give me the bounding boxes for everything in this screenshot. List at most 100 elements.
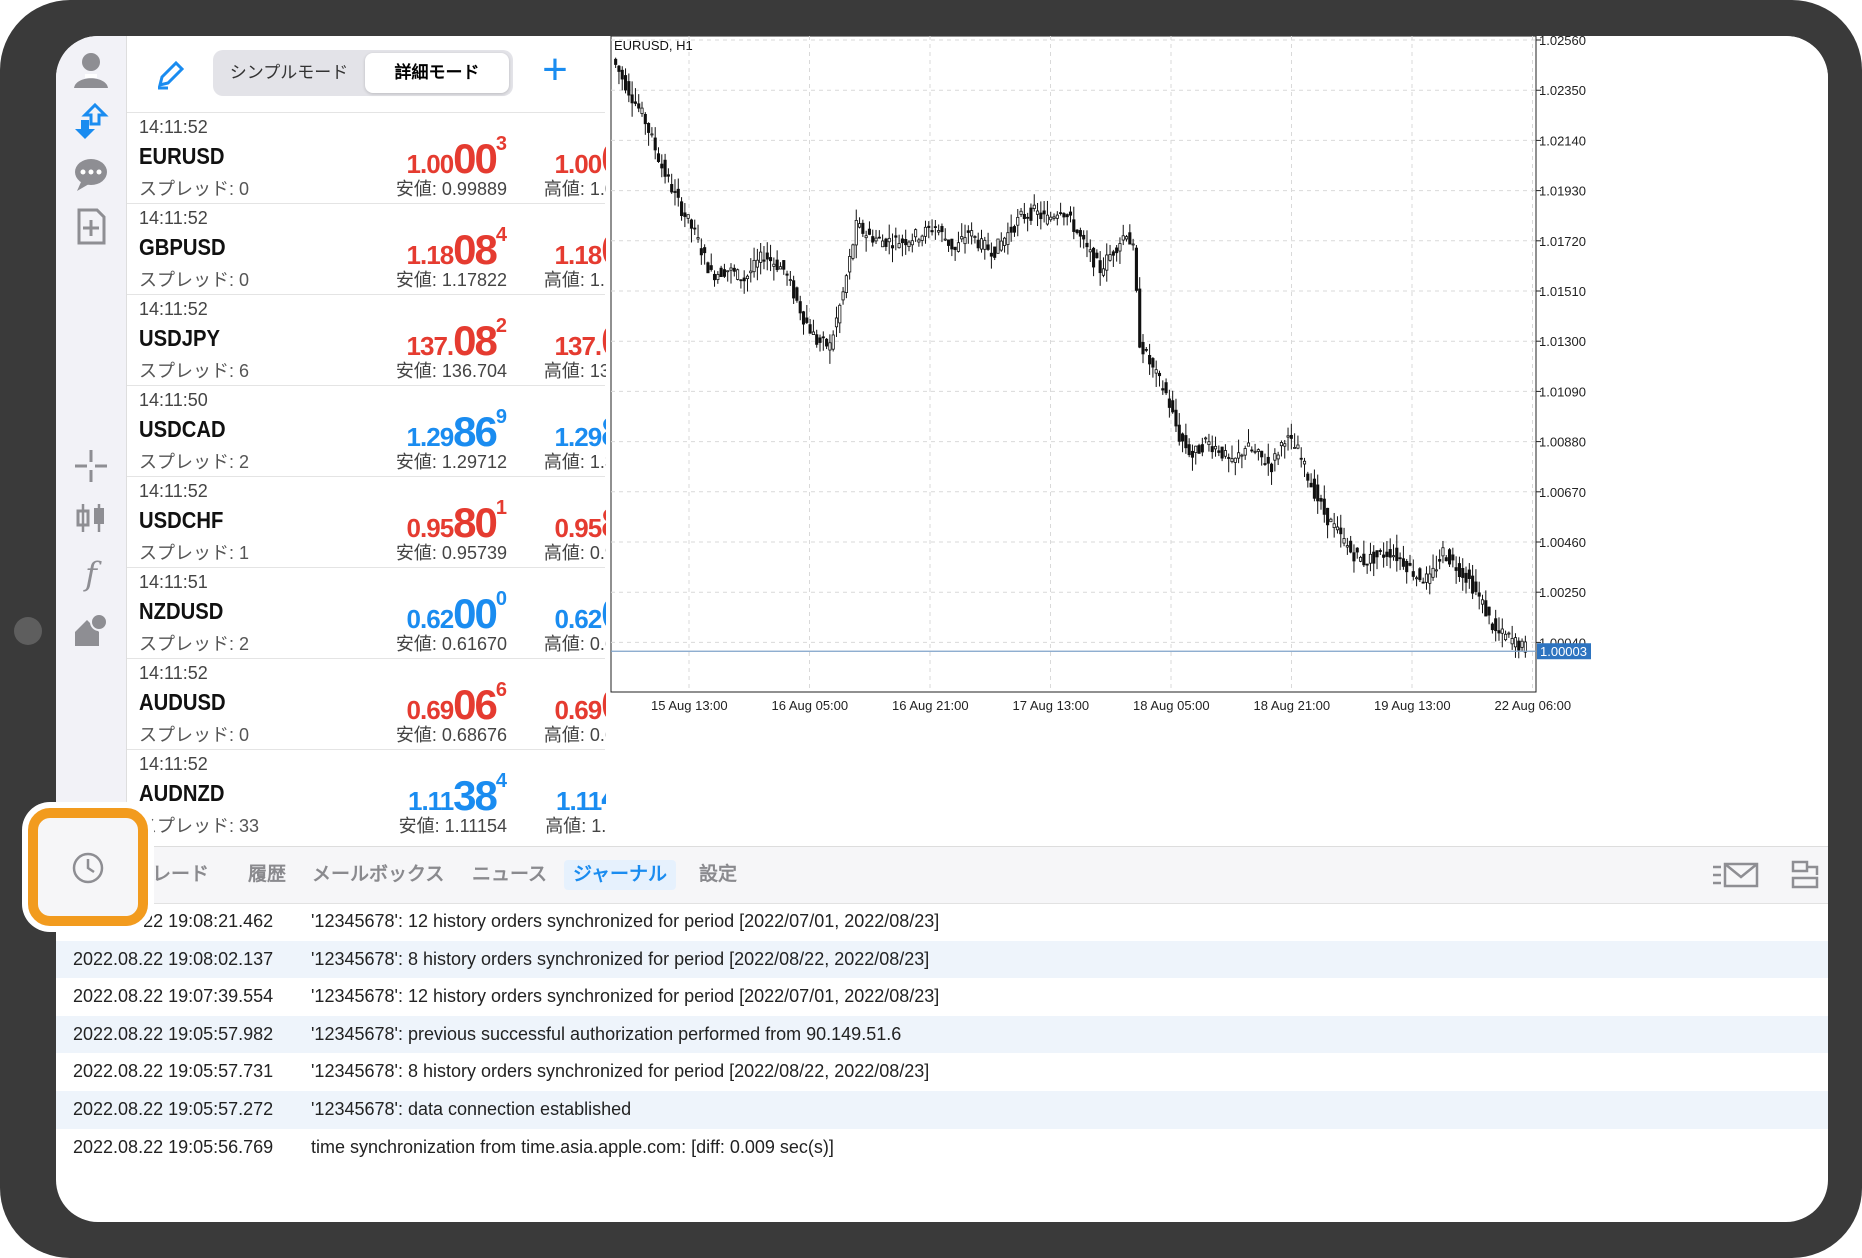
candle-body (867, 228, 871, 235)
tab-news[interactable]: ニュース (472, 860, 547, 890)
candle-body (1171, 400, 1175, 413)
candle-body (686, 214, 690, 219)
candle-body (890, 245, 895, 249)
quote-row[interactable]: 14:11:52USDJPYスプレッド: 6137.082137.088安値: … (127, 294, 655, 385)
candle-body (755, 259, 759, 268)
terminal-button-highlight[interactable] (28, 808, 148, 926)
chart-title: EURUSD, H1 (614, 38, 693, 53)
quotes-icon[interactable] (67, 98, 115, 146)
candle-body (1276, 454, 1280, 460)
candle-body (1045, 214, 1049, 225)
candle-body (1306, 473, 1310, 481)
candle-body (1487, 606, 1491, 616)
chart-canvas[interactable]: 1.02560 1.02350 1.02140 1.01930 1.01720 1.015… (606, 36, 1828, 846)
candle-body (1213, 445, 1218, 450)
candle-body (1273, 453, 1277, 461)
candle-body (782, 260, 786, 270)
new-order-icon[interactable] (67, 202, 115, 250)
quote-spread: スプレッド: 0 (139, 725, 250, 745)
low-price: 安値: 1.29712 (395, 452, 507, 472)
candle-body (825, 338, 829, 347)
crosshair-icon[interactable] (67, 442, 115, 490)
candle-body (874, 237, 878, 242)
add-symbol-button[interactable]: + (535, 48, 575, 92)
candle-body (709, 265, 713, 270)
y-tick-label: 1.02560 (1539, 36, 1586, 48)
candle-body (1227, 457, 1231, 459)
simple-mode-button[interactable]: シンプルモード (217, 53, 361, 93)
journal-row[interactable]: 2022.08.22 19:08:21.462'12345678': 12 hi… (56, 903, 1828, 941)
candle-body (1289, 434, 1293, 439)
journal-row[interactable]: 2022.08.22 19:05:57.272 '12345678': data … (56, 1091, 1828, 1129)
journal-row[interactable]: 2022.08.22 19:07:39.554 '12345678': 12 hi… (56, 978, 1828, 1016)
journal-row[interactable]: 2022.08.22 19:05:57.982 '12345678': previ… (56, 1015, 1828, 1054)
candle-body (1121, 235, 1125, 241)
chart-type-icon[interactable] (67, 494, 115, 542)
candle-body (1355, 547, 1359, 553)
candle-body (838, 304, 842, 324)
low-price: 安値: 1.11154 (398, 816, 507, 836)
edit-pencil-icon[interactable] (147, 50, 195, 98)
x-tick-label: 19 Aug 13:00 (1374, 698, 1451, 713)
quote-row[interactable]: 14:11:52EURUSDスプレッド: 01.000031.00003安値: … (127, 112, 655, 203)
objects-icon[interactable] (67, 606, 115, 654)
candle-body (858, 223, 862, 228)
candle-body (1204, 437, 1208, 440)
tab-history[interactable]: 履歴 (248, 860, 286, 890)
candle-body (920, 235, 924, 241)
candle-body (1312, 478, 1316, 499)
y-tick-label: 1.01510 (1539, 284, 1586, 299)
candle-body (1098, 260, 1102, 274)
candle-body (999, 240, 1003, 251)
candle-body (1504, 633, 1508, 641)
candle-body (834, 317, 839, 328)
account-icon[interactable] (67, 46, 115, 94)
journal-row[interactable]: 2022.08.22 19:08:02.137 '12345678': 8 his… (56, 940, 1828, 979)
candle-body (788, 279, 792, 281)
candle-body (1115, 247, 1119, 254)
journal-row[interactable]: 2022.08.22 19:05:57.731 '12345678': 8 his… (56, 1053, 1828, 1091)
candle-body (1250, 449, 1254, 452)
candle-body (864, 235, 868, 239)
candle-body (983, 239, 987, 250)
price-chart[interactable]: 1.02560 1.02350 1.02140 1.01930 1.01720 1.015… (606, 36, 1828, 846)
journal-row[interactable]: 2022.08.22 19:05:56.769 time synchronizat… (56, 1129, 1828, 1167)
quote-row[interactable]: 14:11:51NZDUSDスプレッド: 20.620000.62002安値: … (127, 567, 655, 658)
y-tick-label: 1.00460 (1539, 535, 1586, 550)
detail-mode-button[interactable]: 詳細モード (365, 53, 509, 93)
quote-symbol: AUDUSD (139, 689, 226, 715)
quote-row[interactable]: 14:11:52AUDUSDスプレッド: 00.690660.69066安値: … (127, 658, 655, 749)
chat-icon[interactable] (67, 150, 115, 198)
candle-body (762, 259, 766, 262)
candle-body (1424, 573, 1429, 583)
candle-body (1441, 547, 1445, 557)
quote-row[interactable]: 14:11:52USDCHFスプレッド: 10.958010.95802安値: … (127, 476, 655, 567)
candle-body (1059, 212, 1063, 215)
candle-body (1161, 388, 1165, 391)
candle-body (1477, 592, 1481, 597)
tab-mailbox[interactable]: メールボックス (312, 860, 444, 890)
tab-journal[interactable]: ジャーナル (564, 860, 677, 890)
journal-message: time synchronization from time.asia.appl… (311, 1136, 834, 1157)
candle-body (914, 229, 918, 238)
candle-body (716, 274, 720, 280)
candle-body (795, 287, 799, 301)
tab-settings[interactable]: 設定 (699, 860, 737, 890)
candle-body (1513, 637, 1518, 648)
quote-row[interactable]: 14:11:52GBPUSDスプレッド: 01.180841.18084安値: … (127, 203, 655, 294)
indicators-icon[interactable]: f (67, 550, 115, 598)
clock-icon[interactable] (62, 842, 114, 899)
candle-body (831, 334, 835, 350)
layout-toggle-icon[interactable] (1789, 859, 1821, 896)
quote-spread: スプレッド: 0 (139, 179, 250, 199)
current-price-label: 1.00003 (1540, 644, 1587, 659)
quote-row[interactable]: 14:11:52AUDNZDスプレッド: 331.113841.11417安値:… (127, 749, 655, 840)
mail-list-icon[interactable] (1711, 861, 1761, 896)
candle-body (719, 267, 723, 278)
candle-body (1187, 444, 1191, 456)
candle-body (614, 58, 618, 65)
candle-body (1019, 210, 1023, 215)
quote-row[interactable]: 14:11:50USDCADスプレッド: 21.298691.29871安値: … (127, 385, 655, 476)
candle-body (630, 94, 634, 104)
candle-body (1065, 214, 1069, 218)
